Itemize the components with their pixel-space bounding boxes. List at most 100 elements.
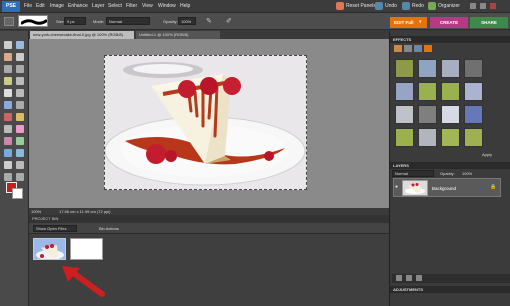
marquee-tool-icon[interactable] — [4, 65, 12, 73]
undo-icon[interactable] — [375, 2, 383, 10]
lock-icon[interactable]: 🔒 — [490, 184, 496, 190]
sponge-tool-icon[interactable] — [4, 173, 12, 181]
apply-effect-button[interactable]: Apply — [482, 152, 492, 157]
effect-thumbnail[interactable] — [441, 128, 460, 147]
bin-actions-button[interactable]: Bin Actions — [99, 225, 119, 232]
paint-bucket-icon[interactable] — [4, 149, 12, 157]
effect-thumbnail[interactable] — [441, 59, 460, 78]
airbrush-icon[interactable]: ✎ — [206, 18, 214, 26]
hand-tool-icon[interactable] — [4, 53, 12, 61]
menu-file[interactable]: File — [24, 3, 32, 9]
brush-settings-icon[interactable]: ✐ — [226, 18, 234, 26]
lasso-tool-icon[interactable] — [16, 65, 24, 73]
menu-help[interactable]: Help — [180, 3, 190, 9]
effect-thumbnail[interactable] — [464, 105, 483, 124]
menu-window[interactable]: Window — [158, 3, 176, 9]
eye-icon[interactable]: ● — [395, 184, 398, 190]
magic-wand-tool-icon[interactable] — [4, 77, 12, 85]
menu-view[interactable]: View — [142, 3, 153, 9]
cheesecake-photo[interactable] — [104, 55, 307, 190]
annotation-arrow — [62, 266, 105, 297]
photo-effects-icon[interactable] — [414, 45, 422, 52]
menu-filter[interactable]: Filter — [126, 3, 137, 9]
effect-thumbnail[interactable] — [464, 82, 483, 101]
close-icon[interactable] — [490, 3, 496, 9]
effect-thumbnail[interactable] — [441, 82, 460, 101]
pencil-tool-icon[interactable] — [16, 173, 24, 181]
filters-icon[interactable] — [394, 45, 402, 52]
effect-thumbnail[interactable] — [418, 105, 437, 124]
project-bin-header: PROJECT BIN — [29, 215, 389, 223]
tab-create[interactable]: CREATE — [430, 17, 468, 28]
zoom-tool-icon[interactable] — [16, 41, 24, 49]
status-bar: 100% 17.96 cm x 11.99 cm (72 ppi) — [29, 208, 389, 215]
adjustment-layer-icon[interactable] — [406, 275, 412, 281]
red-eye-tool-icon[interactable] — [4, 113, 12, 121]
cheesecake-thumbnail[interactable] — [33, 238, 66, 260]
document-tab-untitled[interactable]: Untitled-1 @ 100% (RGB/8) — [136, 31, 220, 39]
new-layer-icon[interactable] — [396, 275, 402, 281]
maximize-icon[interactable] — [480, 3, 486, 9]
layer-opacity-value[interactable]: 100% — [462, 171, 472, 176]
artwork-icon[interactable] — [424, 45, 432, 52]
redo-button[interactable]: Redo — [412, 3, 424, 9]
show-files-select[interactable]: Show Open Files — [33, 225, 77, 232]
zoom-readout: 100% — [31, 209, 42, 214]
effect-thumbnail[interactable] — [395, 105, 414, 124]
redo-icon[interactable] — [402, 2, 410, 10]
brush-tool-preset-icon[interactable] — [4, 17, 14, 26]
layer-styles-icon[interactable] — [404, 45, 412, 52]
menu-select[interactable]: Select — [108, 3, 122, 9]
reset-panels-button[interactable]: Reset Panels — [346, 3, 376, 9]
effect-thumbnail[interactable] — [418, 59, 437, 78]
smart-brush-icon[interactable] — [16, 137, 24, 145]
layer-name: Background — [432, 186, 457, 191]
size-field[interactable]: 9 px — [64, 17, 86, 25]
cookie-cutter-icon[interactable] — [4, 101, 12, 109]
menu-layer[interactable]: Layer — [92, 3, 105, 9]
effect-thumbnail[interactable] — [395, 128, 414, 147]
organizer-icon[interactable] — [428, 2, 436, 10]
crop-tool-icon[interactable] — [16, 89, 24, 97]
opacity-label: Opacity: — [163, 19, 178, 24]
type-tool-icon[interactable] — [4, 89, 12, 97]
chevron-down-icon[interactable]: ▾ — [419, 19, 425, 25]
mode-select[interactable]: Normal — [106, 17, 150, 25]
menu-image[interactable]: Image — [50, 3, 64, 9]
shape-tool-icon[interactable] — [4, 161, 12, 169]
move-tool-icon[interactable] — [4, 41, 12, 49]
undo-button[interactable]: Undo — [385, 3, 397, 9]
delete-layer-icon[interactable] — [416, 275, 422, 281]
effect-thumbnail[interactable] — [418, 82, 437, 101]
tab-share[interactable]: SHARE — [470, 17, 508, 28]
eyedropper-tool-icon[interactable] — [16, 53, 24, 61]
clone-stamp-icon[interactable] — [4, 125, 12, 133]
layer-row-background[interactable]: ● Background 🔒 — [393, 178, 501, 197]
effect-thumbnail[interactable] — [464, 59, 483, 78]
gradient-tool-icon[interactable] — [16, 149, 24, 157]
opacity-field[interactable]: 100% — [178, 17, 196, 25]
effect-thumbnail[interactable] — [464, 128, 483, 147]
blend-mode-select[interactable]: Normal — [392, 170, 434, 177]
brush-tool-icon[interactable] — [4, 137, 12, 145]
effect-thumbnail[interactable] — [395, 82, 414, 101]
background-color-swatch[interactable] — [12, 188, 23, 199]
straighten-tool-icon[interactable] — [16, 101, 24, 109]
eraser-tool-icon[interactable] — [16, 125, 24, 133]
menu-edit[interactable]: Edit — [36, 3, 45, 9]
layer-opacity-label: Opacity: — [440, 171, 455, 176]
document-tab-cheesecake[interactable]: new-york-cheesecake-final-0.jpg @ 100% (… — [30, 31, 134, 39]
effect-thumbnail[interactable] — [441, 105, 460, 124]
brush-preview[interactable] — [18, 15, 48, 27]
effect-thumbnail[interactable] — [418, 128, 437, 147]
effect-thumbnail[interactable] — [395, 59, 414, 78]
untitled-thumbnail[interactable] — [70, 238, 103, 260]
mode-label: Mode: — [93, 19, 105, 24]
healing-brush-icon[interactable] — [16, 113, 24, 121]
minimize-icon[interactable] — [470, 3, 476, 9]
blur-tool-icon[interactable] — [16, 161, 24, 169]
organizer-button[interactable]: Organizer — [438, 3, 460, 9]
reset-panels-icon[interactable] — [336, 2, 344, 10]
menu-enhance[interactable]: Enhance — [68, 3, 88, 9]
selection-brush-icon[interactable] — [16, 77, 24, 85]
